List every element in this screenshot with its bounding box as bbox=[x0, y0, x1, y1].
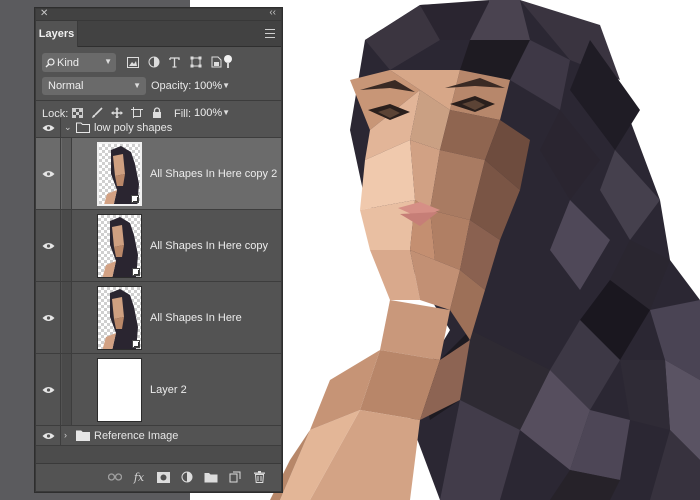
low-poly-portrait bbox=[270, 0, 700, 500]
smart-object-badge-icon bbox=[132, 268, 140, 276]
indent-spacer bbox=[62, 354, 72, 425]
type-filter-icon[interactable] bbox=[166, 53, 183, 71]
indent-spacer bbox=[62, 210, 72, 281]
visibility-toggle[interactable] bbox=[36, 138, 61, 209]
visibility-toggle[interactable] bbox=[36, 118, 61, 137]
visibility-toggle[interactable] bbox=[36, 282, 61, 353]
folder-icon bbox=[76, 122, 90, 133]
layer-name: low poly shapes bbox=[94, 122, 173, 134]
chevron-down-icon: ▼ bbox=[104, 57, 112, 66]
filter-kind-select[interactable]: Kind ▼ bbox=[42, 53, 116, 72]
layer-row[interactable]: All Shapes In Here bbox=[36, 282, 281, 354]
eye-icon[interactable] bbox=[42, 124, 55, 132]
layer-group-row[interactable]: ⌄ low poly shapes bbox=[36, 118, 281, 138]
chevron-down-icon[interactable]: ⌄ bbox=[64, 122, 72, 133]
layer-thumbnail[interactable] bbox=[97, 358, 142, 422]
divider bbox=[36, 100, 281, 101]
shape-filter-icon[interactable] bbox=[187, 53, 204, 71]
visibility-toggle[interactable] bbox=[36, 210, 61, 281]
smart-object-badge-icon bbox=[131, 195, 139, 203]
canvas-artwork bbox=[270, 0, 700, 500]
new-layer-icon[interactable] bbox=[228, 470, 242, 484]
fx-label: fx bbox=[133, 470, 145, 484]
panel-menu-icon[interactable] bbox=[265, 29, 275, 38]
tab-layers[interactable]: Layers bbox=[36, 21, 78, 47]
layer-name: All Shapes In Here copy 2 bbox=[150, 168, 278, 180]
footer-icons: fx bbox=[108, 470, 266, 484]
filter-row: Kind ▼ bbox=[36, 51, 281, 75]
search-icon bbox=[45, 57, 55, 67]
layer-row[interactable]: All Shapes In Here copy bbox=[36, 210, 281, 282]
layer-thumbnail[interactable] bbox=[97, 286, 142, 350]
fx-icon[interactable]: fx bbox=[132, 470, 146, 484]
panel-title-bar: ✕ ‹‹ bbox=[36, 7, 281, 21]
opacity-label: Opacity: bbox=[151, 80, 192, 92]
layer-thumbnail[interactable] bbox=[97, 214, 142, 278]
smart-object-badge-icon bbox=[132, 340, 140, 348]
opacity-field[interactable]: 100% ▼ bbox=[191, 78, 235, 94]
opacity-value: 100% bbox=[194, 80, 223, 92]
folder-icon bbox=[76, 430, 90, 441]
filter-toggle-stem bbox=[227, 62, 229, 68]
layer-name: Reference Image bbox=[94, 430, 179, 442]
smart-object-filter-icon[interactable] bbox=[208, 53, 225, 71]
visibility-toggle[interactable] bbox=[36, 426, 61, 445]
eye-icon[interactable] bbox=[42, 170, 55, 178]
adjustment-filter-icon[interactable] bbox=[145, 53, 162, 71]
layer-name: All Shapes In Here bbox=[150, 312, 242, 324]
chevron-down-icon: ▼ bbox=[133, 81, 141, 90]
filter-icons bbox=[124, 53, 225, 71]
trash-icon[interactable] bbox=[252, 470, 266, 484]
layer-thumbnail[interactable] bbox=[97, 142, 142, 206]
layers-list: ⌄ low poly shapes All Shapes In Here cop… bbox=[36, 118, 281, 464]
visibility-toggle[interactable] bbox=[36, 354, 61, 425]
blend-mode-select[interactable]: Normal ▼ bbox=[42, 77, 146, 95]
layer-group-row[interactable]: › Reference Image bbox=[36, 426, 281, 446]
blend-row: Normal ▼ Opacity: 100% ▼ bbox=[36, 75, 281, 97]
indent-spacer bbox=[62, 282, 72, 353]
eye-icon[interactable] bbox=[42, 314, 55, 322]
adjustment-layer-icon[interactable] bbox=[180, 470, 194, 484]
layer-row[interactable]: Layer 2 bbox=[36, 354, 281, 426]
new-group-icon[interactable] bbox=[204, 470, 218, 484]
layer-name: Layer 2 bbox=[150, 384, 187, 396]
eye-icon[interactable] bbox=[42, 242, 55, 250]
layer-row[interactable]: All Shapes In Here copy 2 bbox=[36, 138, 281, 210]
link-layers-icon[interactable] bbox=[108, 470, 122, 484]
indent-spacer bbox=[62, 138, 72, 209]
add-mask-icon[interactable] bbox=[156, 470, 170, 484]
blend-mode-value: Normal bbox=[48, 80, 84, 92]
eye-icon[interactable] bbox=[42, 386, 55, 394]
layer-name: All Shapes In Here copy bbox=[150, 240, 269, 252]
panel-tab-bar: Layers bbox=[36, 21, 281, 47]
layers-panel: ✕ ‹‹ Layers Kind ▼ Normal ▼ Opacity: 100… bbox=[35, 7, 282, 492]
chevron-right-icon[interactable]: › bbox=[64, 430, 67, 440]
pixel-filter-icon[interactable] bbox=[124, 53, 141, 71]
collapse-panel-icon[interactable]: ‹‹ bbox=[269, 7, 276, 18]
chevron-down-icon: ▼ bbox=[222, 81, 230, 90]
panel-footer: fx bbox=[36, 463, 281, 491]
filter-kind-label: Kind bbox=[57, 56, 80, 69]
eye-icon[interactable] bbox=[42, 432, 55, 440]
close-panel-icon[interactable]: ✕ bbox=[40, 8, 48, 19]
